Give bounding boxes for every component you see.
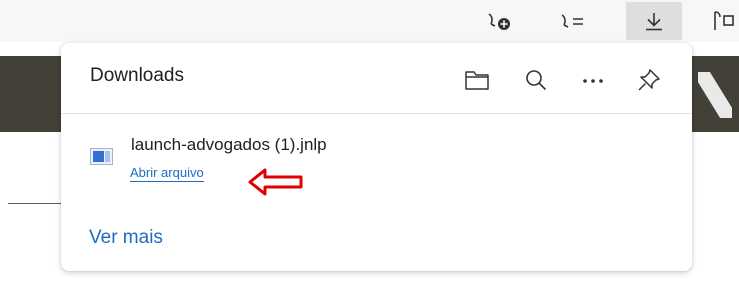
download-icon bbox=[642, 9, 666, 33]
download-file-name: launch-advogados (1).jnlp bbox=[131, 135, 327, 154]
open-file-link[interactable]: Abrir arquivo bbox=[130, 164, 204, 182]
more-options-button[interactable] bbox=[578, 65, 608, 95]
downloads-title: Downloads bbox=[90, 65, 184, 86]
open-downloads-folder-button[interactable] bbox=[462, 65, 492, 95]
search-icon bbox=[524, 68, 548, 92]
collections-button[interactable] bbox=[704, 2, 739, 40]
downloads-flyout: Downloads launch-advogados (1).jnlp Abri… bbox=[61, 43, 692, 271]
more-options-icon bbox=[580, 68, 606, 92]
collections-icon bbox=[707, 9, 737, 33]
browser-toolbar bbox=[0, 0, 739, 42]
add-collection-button[interactable] bbox=[470, 2, 526, 40]
search-downloads-button[interactable] bbox=[521, 65, 551, 95]
pin-icon bbox=[636, 67, 662, 93]
page-divider-line bbox=[8, 203, 62, 204]
add-collection-icon bbox=[483, 10, 513, 32]
pin-flyout-button[interactable] bbox=[634, 65, 664, 95]
favorites-list-icon bbox=[557, 10, 587, 32]
downloads-button[interactable] bbox=[626, 2, 682, 40]
annotation-arrow-icon bbox=[247, 167, 305, 202]
flyout-header-divider bbox=[61, 113, 692, 114]
favorites-button[interactable] bbox=[544, 2, 600, 40]
see-more-link[interactable]: Ver mais bbox=[89, 227, 163, 249]
open-folder-icon bbox=[464, 69, 490, 91]
jnlp-file-icon bbox=[90, 147, 114, 172]
